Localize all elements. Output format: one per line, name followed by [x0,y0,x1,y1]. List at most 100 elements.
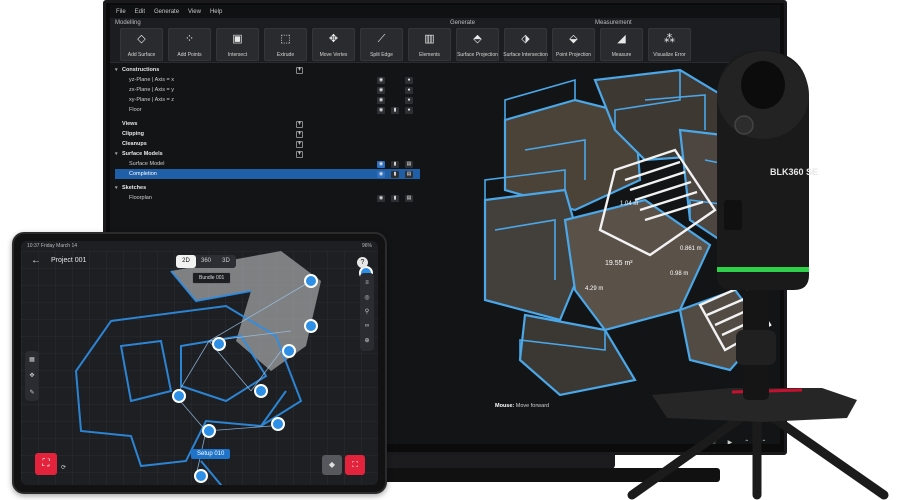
tab-2d[interactable]: 2D [176,255,196,268]
group-label-modelling: Modelling [115,20,141,26]
menu-generate[interactable]: Generate [154,9,179,15]
tab-360[interactable]: 360 [196,255,216,268]
menu-view[interactable]: View [188,9,201,15]
tree-section-cleanups[interactable]: Cleanups + [115,139,420,149]
menu-file[interactable]: File [116,9,126,15]
tree-section-views[interactable]: Views + [115,119,420,129]
flashlight-icon[interactable]: ⚲ [365,308,369,315]
surface-intersection-button[interactable]: ⬗ Surface Intersection [503,28,548,61]
laser-scanner-device: BLK360 SE [627,50,889,500]
tree-item-floorplan[interactable]: Floorplan ◉ ▮ ▤ [115,193,420,203]
tree-section-clipping[interactable]: Clipping + [115,129,420,139]
back-arrow-icon[interactable]: ← [31,255,41,266]
tree-item-completion[interactable]: Completion ◉ ▮ ▤ [115,169,420,179]
setup-point[interactable] [172,389,186,403]
tablet-screen: 10:37 Friday March 14 96% ← Project 001 … [21,241,378,485]
tab-3d[interactable]: 3D [216,255,236,268]
tree-item-surface-model[interactable]: Surface Model ◉ ▮ ▤ [115,159,420,169]
rotate-icon[interactable]: ⟳ [61,464,66,471]
tree-item-xy-plane[interactable]: xy-Plane | Axis = z ◉ ● [115,95,420,105]
view-mode-toggle: 2D 360 3D [176,255,236,268]
eye-icon[interactable]: ◉ [377,170,385,178]
save-icon[interactable]: ▤ [405,194,413,202]
chevron-down-icon: ▾ [115,185,118,191]
tree-item-yz-plane[interactable]: yz-Plane | Axis = x ◉ ● [115,75,420,85]
menu-help[interactable]: Help [210,9,222,15]
target-icon[interactable]: ⊕ [364,337,369,344]
drop-icon[interactable]: ● [405,86,413,94]
point-projection-button[interactable]: ⬙ Point Projection [552,28,595,61]
eye-icon[interactable]: ◉ [377,96,385,104]
move-vertex-button[interactable]: ✥ Move Vertex [312,28,355,61]
setup-point[interactable] [202,424,216,438]
elements-button[interactable]: ▥ Elements [408,28,451,61]
status-value: Move forward [515,403,550,409]
trash-icon[interactable]: ▮ [391,194,399,202]
setup-point[interactable] [194,469,208,483]
setup-point[interactable] [304,319,318,333]
drop-icon[interactable]: ● [405,106,413,114]
add-clipping-button[interactable]: + [296,130,303,138]
tablet-status-bar: 10:37 Friday March 14 96% [21,241,378,251]
drop-icon[interactable]: ● [405,96,413,104]
chevron-down-icon: ▾ [115,67,118,73]
save-icon[interactable]: ▤ [405,170,413,178]
add-construction-button[interactable]: + [296,66,303,74]
extrude-icon: ⬚ [280,33,291,45]
camera-icon[interactable]: ◎ [364,294,369,301]
start-scan-button[interactable]: ⛶ [35,453,57,475]
tree-item-floor[interactable]: Floor ◉ ▮ ● [115,105,420,115]
link-icon[interactable]: ∞ [365,323,369,329]
add-view-button[interactable]: + [296,120,303,128]
tree-section-constructions[interactable]: ▾ Constructions + [115,65,420,75]
setup-point[interactable] [254,384,268,398]
move-vertex-icon: ✥ [328,33,339,45]
eye-icon[interactable]: ◉ [377,160,385,168]
scan-action-button[interactable]: ⛶ [345,455,365,475]
grid-icon[interactable]: ▦ [29,356,35,363]
point-projection-icon: ⬙ [569,33,578,45]
split-edge-button[interactable]: ⟋ Split Edge [360,28,403,61]
setup-point[interactable] [212,337,226,351]
setup-point[interactable] [271,417,285,431]
add-cleanup-button[interactable]: + [296,140,303,148]
pin-button[interactable]: ◆ [322,455,342,475]
help-icon[interactable]: ? [357,257,368,268]
setup-point[interactable] [304,274,318,288]
status-bar: Mouse: Move forward [495,403,549,409]
menu-edit[interactable]: Edit [135,9,145,15]
tablet-device: 10:37 Friday March 14 96% ← Project 001 … [12,232,387,494]
add-points-button[interactable]: ⁘ Add Points [168,28,211,61]
eye-icon[interactable]: ◉ [377,86,385,94]
group-label-generate: Generate [450,20,476,26]
tree-section-sketches[interactable]: ▾ Sketches [115,183,420,193]
map-tools-panel: ≡ ◎ ⚲ ∞ ⊕ [360,273,374,351]
bundle-chip[interactable]: Bundle 001 [192,272,232,284]
tree-section-surface-models[interactable]: ▾ Surface Models + [115,149,420,159]
status-key: Mouse: [495,403,515,409]
add-surface-model-button[interactable]: + [296,150,303,158]
eye-icon[interactable]: ◉ [377,194,385,202]
trash-icon[interactable]: ▮ [391,170,399,178]
move-icon[interactable]: ✥ [29,372,34,379]
drop-icon[interactable]: ● [405,76,413,84]
surface-projection-button[interactable]: ⬘ Surface Projection [456,28,499,61]
save-icon[interactable]: ▤ [405,160,413,168]
surface-projection-icon: ⬘ [473,33,482,45]
trash-icon[interactable]: ▮ [391,160,399,168]
setup-point[interactable] [282,344,296,358]
scanner-model-label: BLK360 SE [770,167,818,177]
status-light-ring [717,267,809,272]
intersect-button[interactable]: ▣ Intersect [216,28,259,61]
eye-icon[interactable]: ◉ [377,106,385,114]
add-surface-button[interactable]: ◇ Add Surface [120,28,163,61]
extrude-button[interactable]: ⬚ Extrude [264,28,307,61]
monitor-stand [385,455,615,469]
pencil-icon[interactable]: ✎ [29,389,34,396]
chevron-down-icon: ▾ [115,151,118,157]
add-surface-icon: ◇ [137,33,146,45]
trash-icon[interactable]: ▮ [391,106,399,114]
layers-icon[interactable]: ≡ [365,280,369,286]
tree-item-zx-plane[interactable]: zx-Plane | Axis = y ◉ ● [115,85,420,95]
eye-icon[interactable]: ◉ [377,76,385,84]
